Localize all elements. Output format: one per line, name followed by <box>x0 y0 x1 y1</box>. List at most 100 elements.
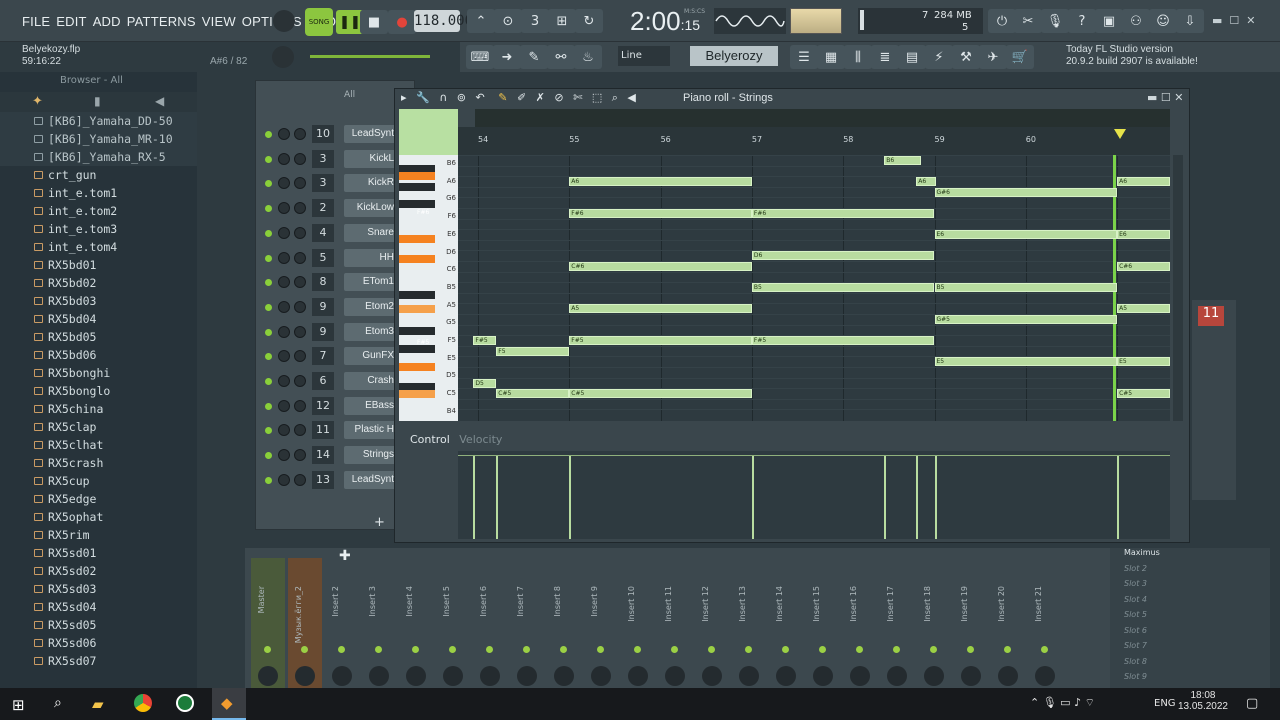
mixer-strip[interactable]: Insert 20 <box>991 558 1025 688</box>
browser-folder[interactable]: [KB6]_Yamaha_RX-5 <box>0 148 197 166</box>
speaker-icon[interactable]: ◀ <box>155 94 164 108</box>
velocity-stem[interactable] <box>473 455 476 539</box>
notifications-icon[interactable]: ▢ <box>1246 696 1258 711</box>
mixer-strip[interactable]: Insert 7 <box>510 558 544 688</box>
note[interactable]: E6 <box>934 230 1118 240</box>
channel-row[interactable]: 6 Crash <box>256 370 416 394</box>
channel-row[interactable]: 4 Snare <box>256 222 416 246</box>
mixer-pan-knob[interactable] <box>369 666 389 686</box>
channel-knob[interactable] <box>278 424 290 437</box>
note-grid[interactable]: B6 A6 A6 A6 G#6 F#6 F#6 E6 E6 D6 C#6 C#6 B5 B5 A5 A5 G#5… <box>458 155 1170 421</box>
mixer-strip[interactable]: Insert 5 <box>436 558 470 688</box>
channel-knob[interactable] <box>278 449 290 462</box>
mixer-strip-led[interactable] <box>708 646 715 653</box>
mixer-strip[interactable]: Insert 12 <box>695 558 729 688</box>
channel-row[interactable]: 3 KickL <box>256 148 416 172</box>
note[interactable]: C#5 <box>569 389 752 399</box>
piano-key[interactable]: B4 <box>399 407 458 415</box>
mixer-track-number[interactable]: 10 <box>312 125 334 143</box>
mixer-strip[interactable]: Insert 8 <box>547 558 581 688</box>
fx-slot[interactable]: Slot 7 <box>1110 641 1270 657</box>
mute-tool-icon[interactable]: ⊘ <box>554 91 563 104</box>
note[interactable]: D5 <box>473 378 497 388</box>
channel-led[interactable] <box>265 155 272 163</box>
reset-icon[interactable]: ⏻ <box>988 9 1016 33</box>
channel-name-button[interactable]: GunFX <box>344 347 398 366</box>
mixer-pan-knob[interactable] <box>517 666 537 686</box>
mixer-track-number[interactable]: 6 <box>312 372 334 390</box>
browser-item[interactable]: RX5sd05 <box>0 616 197 634</box>
arrow-icon[interactable]: ➜ <box>493 45 521 69</box>
fx-slot[interactable]: Slot 8 <box>1110 657 1270 673</box>
pattern-selector[interactable]: Belyerozy <box>690 46 778 66</box>
channel-knob[interactable] <box>294 128 306 140</box>
paint-tool-icon[interactable]: ✐ <box>517 91 526 104</box>
channel-knob[interactable] <box>278 177 290 190</box>
browser-item[interactable]: int_e.tom1 <box>0 184 197 202</box>
speaker-tool-icon[interactable]: ◀ <box>627 91 635 104</box>
channel-led[interactable] <box>265 378 272 385</box>
mixer-strip[interactable]: Insert 11 <box>658 558 692 688</box>
mixer-track-number[interactable]: 3 <box>312 149 334 168</box>
black-key[interactable] <box>399 305 435 313</box>
channel-name-button[interactable]: Etom2 <box>344 297 398 316</box>
channel-knob[interactable] <box>278 375 290 387</box>
piano-roll-window-controls[interactable]: ▬ ☐ ✕ <box>1147 91 1183 104</box>
mixer-strip-led[interactable] <box>819 646 826 653</box>
clock[interactable]: 18:08 13.05.2022 <box>1178 690 1228 712</box>
countdown-icon[interactable]: 3 <box>521 9 549 33</box>
mixer-track-number[interactable]: 12 <box>312 396 334 415</box>
black-key[interactable] <box>399 235 435 243</box>
note[interactable]: G#6 <box>934 187 1118 197</box>
news-panel[interactable]: Today FL Studio version 20.9.2 build 290… <box>1062 42 1262 70</box>
mixer-strip-led[interactable] <box>486 646 493 653</box>
browser-item[interactable]: RX5crash <box>0 454 197 472</box>
note[interactable]: A6 <box>1117 177 1170 187</box>
channel-knob[interactable] <box>294 399 306 412</box>
channel-knob[interactable] <box>294 350 306 363</box>
note[interactable]: A5 <box>569 304 752 314</box>
magnet-icon[interactable]: ∩ <box>439 91 447 104</box>
wait-input-icon[interactable]: ⊙ <box>494 9 522 33</box>
piano-roll-overview[interactable] <box>475 109 1170 127</box>
select-tool-icon[interactable]: ⬚ <box>592 91 602 104</box>
menu-edit[interactable]: EDIT <box>56 14 86 29</box>
master-volume-knob[interactable] <box>272 46 294 68</box>
channel-name-button[interactable]: Etom3 <box>344 322 398 341</box>
channel-knob[interactable] <box>278 300 290 313</box>
velocity-stem[interactable] <box>569 455 572 539</box>
channel-knob[interactable] <box>294 300 306 313</box>
mixer-strip-led[interactable] <box>560 646 567 653</box>
browser-item[interactable]: RX5clap <box>0 418 197 436</box>
browser-item[interactable]: RX5sd04 <box>0 598 197 616</box>
stamp-icon[interactable]: ♨ <box>574 45 602 69</box>
note[interactable]: C#5 <box>496 389 570 399</box>
mixer-icon[interactable]: ☰ <box>790 45 818 69</box>
menu-add[interactable]: ADD <box>93 14 121 29</box>
mixer-pan-knob[interactable] <box>332 666 352 686</box>
microphone-icon[interactable]: 🎙 <box>1041 9 1069 33</box>
tempo-display[interactable]: 118.000 <box>414 10 473 32</box>
help-icon[interactable]: ? <box>1068 9 1096 33</box>
mixer-pan-knob[interactable] <box>924 666 944 686</box>
mixer-pan-knob[interactable] <box>1035 666 1055 686</box>
channel-name-button[interactable]: KickL <box>344 149 398 168</box>
velocity-stem[interactable] <box>751 455 754 539</box>
playhead-marker[interactable] <box>1114 129 1126 139</box>
mixer-track-number[interactable]: 4 <box>312 223 334 242</box>
language-indicator[interactable]: ENG <box>1154 698 1176 709</box>
note[interactable]: F#5 <box>569 336 752 346</box>
piano-key[interactable]: B5 <box>399 283 458 291</box>
master-volume-slider[interactable] <box>310 55 430 58</box>
mixer-strip[interactable]: Insert 18 <box>917 558 951 688</box>
channel-led[interactable] <box>265 229 272 237</box>
black-key[interactable] <box>399 327 435 335</box>
mixer-strip[interactable]: Insert 9 <box>584 558 618 688</box>
browser-item[interactable]: RX5bonghi <box>0 364 197 382</box>
channel-knob[interactable] <box>278 350 290 363</box>
note[interactable]: E5 <box>934 357 1118 367</box>
mixer-strip-led[interactable] <box>745 646 752 653</box>
channel-row[interactable]: 2 KickLow <box>256 197 416 221</box>
step-edit-icon[interactable]: ⊞ <box>548 9 576 33</box>
mixer-pan-knob[interactable] <box>591 666 611 686</box>
